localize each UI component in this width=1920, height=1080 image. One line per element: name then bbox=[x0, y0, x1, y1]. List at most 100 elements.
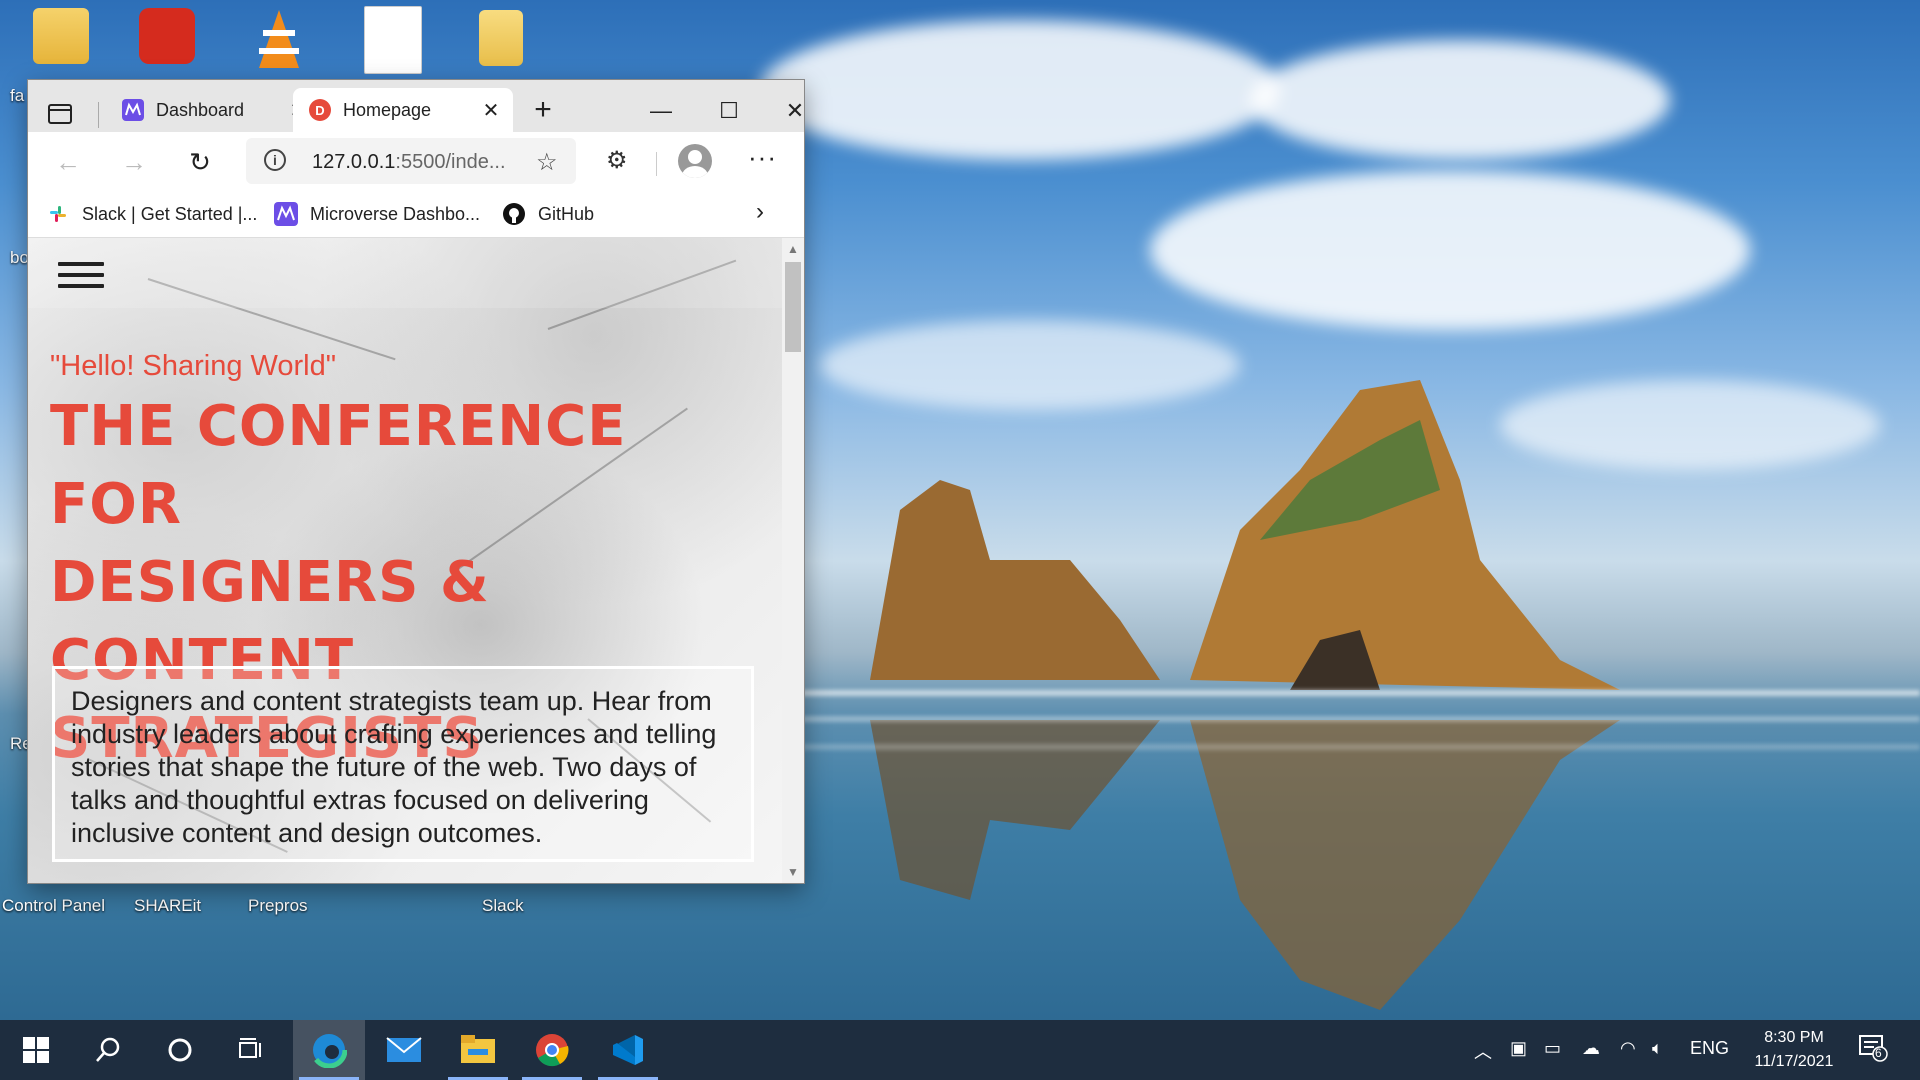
url-text[interactable]: 127.0.0.1:5500/inde... bbox=[312, 151, 506, 174]
desktop-label-slack[interactable]: Slack bbox=[482, 896, 524, 916]
divider bbox=[98, 102, 99, 128]
divider bbox=[656, 152, 657, 176]
back-button[interactable]: ← bbox=[52, 146, 84, 178]
description-box: Designers and content strategists team u… bbox=[52, 666, 754, 862]
bookmark-slack[interactable]: Slack | Get Started |... bbox=[46, 202, 257, 226]
site-info-icon[interactable]: i bbox=[264, 149, 286, 171]
notification-center-icon[interactable]: 6 bbox=[1858, 1032, 1888, 1067]
tab-homepage[interactable]: D Homepage ✕ bbox=[293, 88, 513, 132]
desktop-label-control-panel[interactable]: Control Panel bbox=[2, 896, 105, 916]
task-view-icon bbox=[239, 1038, 261, 1058]
extensions-icon[interactable]: ⚙ bbox=[606, 146, 628, 175]
folder-icon bbox=[479, 10, 523, 66]
cloud bbox=[1150, 170, 1750, 330]
vertical-scrollbar[interactable]: ▲ ▼ bbox=[782, 238, 804, 883]
favorites-bar: Slack | Get Started |... Microverse Dash… bbox=[28, 192, 804, 238]
desktop-label-prepros[interactable]: Prepros bbox=[248, 896, 308, 916]
onedrive-icon[interactable]: ☁ bbox=[1582, 1038, 1600, 1059]
taskbar-app-file-explorer[interactable] bbox=[442, 1020, 514, 1080]
cloud bbox=[760, 20, 1280, 160]
notification-icon bbox=[1859, 1035, 1888, 1062]
vscode-icon bbox=[613, 1035, 643, 1065]
notification-count: 6 bbox=[1875, 1046, 1882, 1060]
scrollbar-thumb[interactable] bbox=[785, 262, 801, 352]
clock-time: 8:30 PM bbox=[1764, 1029, 1824, 1046]
svg-text:D: D bbox=[315, 103, 324, 118]
bookmark-microverse[interactable]: Microverse Dashbo... bbox=[274, 202, 480, 226]
browser-window: Dashboard ✕ D Homepage ✕ + — ☐ ✕ ← → ↻ i… bbox=[28, 80, 804, 883]
document-icon bbox=[364, 6, 422, 74]
desktop-icon-folder[interactable] bbox=[456, 10, 546, 66]
task-view-button[interactable] bbox=[216, 1020, 288, 1080]
battery-icon[interactable]: ▭ bbox=[1544, 1038, 1561, 1059]
tab-actions-icon[interactable] bbox=[48, 104, 72, 124]
desktop-label-edge: bo bbox=[10, 248, 29, 267]
headline-line: THE CONFERENCE FOR bbox=[50, 394, 627, 537]
navigation-bar: ← → ↻ i 127.0.0.1:5500/inde... ☆ ⚙ ··· bbox=[28, 132, 804, 192]
chrome-icon bbox=[536, 1034, 569, 1067]
bookmark-label: Slack | Get Started |... bbox=[82, 203, 258, 224]
cortana-icon bbox=[168, 1038, 192, 1062]
add-favorite-icon[interactable]: ☆ bbox=[536, 148, 558, 177]
show-hidden-icons[interactable]: ︿ bbox=[1474, 1038, 1492, 1064]
taskbar: ︿ ▣ ▭ ☁ ◠ 🔈︎ ENG 8:30 PM 11/17/2021 6 bbox=[0, 1020, 1920, 1080]
forward-button[interactable]: → bbox=[118, 146, 150, 178]
vlc-icon bbox=[259, 10, 299, 68]
bookmark-github[interactable]: GitHub bbox=[502, 202, 594, 226]
desktop-label-shareit[interactable]: SHAREit bbox=[134, 896, 201, 916]
close-tab-icon[interactable]: ✕ bbox=[481, 98, 501, 123]
desktop-icon-vlc[interactable] bbox=[234, 8, 324, 77]
slack-icon bbox=[50, 206, 66, 222]
minimize-button[interactable]: — bbox=[646, 96, 676, 126]
bookmark-label: GitHub bbox=[538, 203, 595, 224]
profile-avatar[interactable] bbox=[678, 144, 712, 178]
page-tagline: "Hello! Sharing World" bbox=[50, 350, 337, 382]
d-logo-icon: D bbox=[309, 99, 331, 121]
cortana-button[interactable] bbox=[144, 1020, 216, 1080]
new-tab-button[interactable]: + bbox=[528, 95, 558, 126]
refresh-button[interactable]: ↻ bbox=[184, 146, 216, 178]
cloud bbox=[1250, 40, 1670, 160]
desktop-icon-user-folder[interactable] bbox=[16, 8, 106, 64]
windows-icon bbox=[23, 1037, 49, 1063]
microverse-icon bbox=[274, 202, 298, 226]
user-folder-icon bbox=[33, 8, 89, 64]
hamburger-menu-icon[interactable] bbox=[58, 262, 104, 294]
volume-icon[interactable]: 🔈︎ bbox=[1652, 1038, 1663, 1059]
github-icon bbox=[503, 203, 525, 225]
search-icon bbox=[96, 1037, 120, 1062]
taskbar-app-edge[interactable] bbox=[293, 1020, 365, 1080]
tab-dashboard[interactable]: Dashboard ✕ bbox=[108, 88, 320, 132]
page-viewport: "Hello! Sharing World" THE CONFERENCE FO… bbox=[28, 238, 782, 883]
taskbar-app-chrome[interactable] bbox=[516, 1020, 588, 1080]
search-button[interactable] bbox=[72, 1020, 144, 1080]
tab-label: Homepage bbox=[343, 99, 432, 120]
page-header bbox=[28, 238, 782, 308]
wave bbox=[800, 690, 1920, 696]
more-options-icon[interactable]: ··· bbox=[748, 142, 777, 173]
maximize-button[interactable]: ☐ bbox=[714, 96, 744, 126]
edge-icon bbox=[311, 1032, 347, 1068]
taskbar-app-mail[interactable] bbox=[368, 1020, 440, 1080]
page-description: Designers and content strategists team u… bbox=[71, 686, 717, 848]
desktop-label-edge: fa bbox=[10, 86, 25, 105]
input-language[interactable]: ENG bbox=[1690, 1038, 1729, 1059]
mail-icon bbox=[386, 1037, 422, 1062]
address-bar[interactable]: i 127.0.0.1:5500/inde... ☆ bbox=[246, 138, 576, 184]
system-clock[interactable]: 8:30 PM 11/17/2021 bbox=[1744, 1026, 1844, 1074]
url-host: 127.0.0.1 bbox=[312, 151, 396, 173]
desktop-icon-document[interactable] bbox=[348, 6, 438, 74]
microverse-icon bbox=[122, 99, 144, 121]
start-button[interactable] bbox=[0, 1020, 72, 1080]
meet-now-icon[interactable]: ▣ bbox=[1510, 1038, 1527, 1059]
chevron-right-icon[interactable]: › bbox=[756, 198, 764, 226]
wifi-icon[interactable]: ◠ bbox=[1620, 1038, 1636, 1059]
url-path: :5500/inde... bbox=[395, 151, 506, 173]
desktop-icon-acrobat[interactable] bbox=[122, 8, 212, 64]
scroll-up-icon[interactable]: ▲ bbox=[787, 242, 799, 256]
scroll-down-icon[interactable]: ▼ bbox=[787, 865, 799, 879]
taskbar-app-vscode[interactable] bbox=[592, 1020, 664, 1080]
close-window-button[interactable]: ✕ bbox=[780, 96, 810, 126]
acrobat-icon bbox=[139, 8, 195, 64]
clock-date: 11/17/2021 bbox=[1754, 1053, 1834, 1070]
